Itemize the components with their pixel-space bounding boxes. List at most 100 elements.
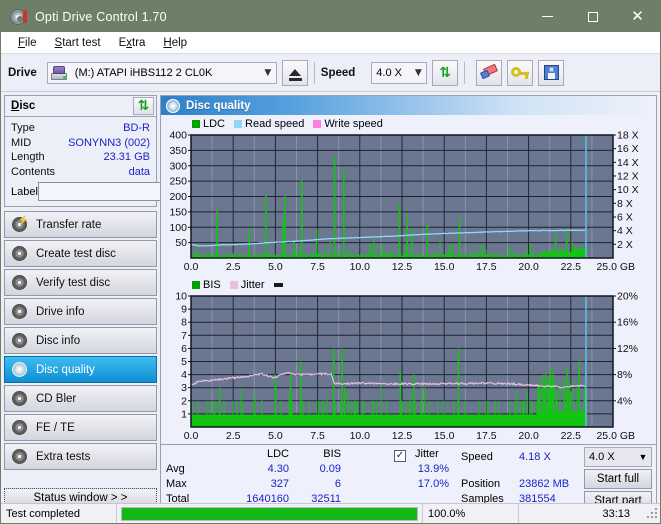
minimize-button[interactable]	[525, 1, 570, 32]
sidebar-item-disc-info[interactable]: Disc info	[4, 327, 157, 354]
disc-icon	[12, 362, 27, 377]
stats-col-ldc: LDC	[266, 448, 289, 460]
disc-row-type: Type BD-R	[11, 121, 150, 136]
svg-text:10.0: 10.0	[350, 430, 371, 442]
menu-start-test[interactable]: Start test	[46, 35, 110, 51]
disc-row-key: Type	[11, 122, 35, 134]
menu-start-test-rest: tart test	[62, 36, 101, 49]
menu-help[interactable]: Help	[154, 35, 196, 51]
stats-col-jitter: Jitter	[415, 448, 439, 460]
drive-select[interactable]: (M:) ATAPI iHBS112 2 CL0K ▼	[46, 61, 277, 84]
svg-text:2: 2	[181, 395, 187, 407]
svg-text:10: 10	[175, 291, 187, 303]
save-button[interactable]	[538, 59, 565, 86]
jitter-checkbox[interactable]	[394, 447, 406, 462]
erase-button[interactable]	[476, 59, 503, 86]
start-full-button[interactable]: Start full	[584, 469, 652, 489]
sidebar-item-fe-te[interactable]: FE / TE	[4, 414, 157, 441]
refresh-icon: ⇅	[137, 98, 150, 114]
speed-select[interactable]: 4.0 X ▼	[371, 61, 428, 84]
svg-text:1: 1	[181, 408, 187, 420]
disc-panel-header: Disc ⇅	[5, 96, 156, 117]
chart1-legend: LDC Read speed Write speed	[161, 117, 656, 130]
disc-icon	[12, 391, 27, 406]
svg-text:300: 300	[169, 160, 187, 172]
svg-text:400: 400	[169, 130, 187, 142]
svg-text:2.5: 2.5	[226, 430, 241, 442]
maximize-button[interactable]	[570, 1, 615, 32]
save-icon	[543, 65, 559, 80]
sidebar-item-label: Create test disc	[36, 247, 116, 260]
disc-row-key: MID	[11, 136, 32, 149]
toolbar-divider-2	[464, 61, 466, 84]
disc-row-key: Length	[11, 151, 45, 163]
disc-row-length: Length 23.31 GB	[11, 150, 150, 165]
svg-text:7.5: 7.5	[310, 430, 325, 442]
sidebar-item-disc-quality[interactable]: Disc quality	[4, 356, 157, 383]
svg-text:250: 250	[169, 176, 187, 188]
sidebar-item-drive-info[interactable]: Drive info	[4, 298, 157, 325]
sidebar-item-extra-tests[interactable]: Extra tests	[4, 443, 157, 470]
disc-quality-icon	[166, 98, 180, 113]
svg-text:0.0: 0.0	[184, 261, 199, 273]
menu-extra[interactable]: Extra	[110, 35, 155, 51]
position-value: 23862 MB	[519, 478, 570, 490]
drive-label: Drive	[8, 66, 37, 79]
refresh-button[interactable]: ⇅	[432, 59, 459, 86]
key-button[interactable]	[507, 59, 534, 86]
resize-grip[interactable]	[646, 507, 660, 521]
svg-text:25.0 GB: 25.0 GB	[596, 261, 635, 273]
test-speed-select[interactable]: 4.0 X ▼	[584, 447, 652, 467]
disc-refresh-button[interactable]: ⇅	[133, 97, 154, 115]
disc-panel-title: Disc	[11, 100, 36, 112]
menu-file-rest: ile	[25, 36, 37, 49]
svg-text:12.5: 12.5	[392, 430, 413, 442]
svg-text:6: 6	[181, 343, 187, 355]
legend-item-ldc: LDC	[192, 118, 225, 130]
disc-row-value: 23.31 GB	[103, 151, 150, 163]
legend-label-jitter: Jitter	[240, 278, 265, 291]
panel-title: Disc quality	[186, 99, 251, 112]
speed-select-value: 4.0 X	[376, 66, 402, 79]
close-button[interactable]: ✕	[615, 1, 660, 32]
drive-select-value: (M:) ATAPI iHBS112 2 CL0K	[74, 66, 213, 79]
chart-bis-jitter[interactable]: 1 2 3 4 5 6 7 8 9 10 4% 8% 12% 16% 20% 0.0 2.5 5.0 7.5 10.0…	[161, 291, 656, 444]
svg-text:5.0: 5.0	[268, 430, 283, 442]
svg-text:14 X: 14 X	[617, 157, 639, 169]
svg-text:3: 3	[181, 382, 187, 394]
menu-file[interactable]: File	[9, 35, 46, 51]
window-controls: ✕	[525, 1, 660, 32]
svg-text:22.5: 22.5	[561, 261, 582, 273]
stats-col-bis: BIS	[323, 448, 341, 460]
speed-result-value: 4.18 X	[519, 451, 551, 463]
svg-text:8 X: 8 X	[617, 198, 633, 210]
sidebar-item-cd-bler[interactable]: CD Bler	[4, 385, 157, 412]
svg-text:15.0: 15.0	[434, 261, 455, 273]
svg-text:15.0: 15.0	[434, 430, 455, 442]
legend-swatch-read-speed	[234, 119, 243, 128]
disc-icon	[12, 420, 27, 435]
menu-help-rest: elp	[171, 36, 188, 49]
menu-bar: File Start test Extra Help	[1, 32, 660, 54]
legend-label-ldc: LDC	[203, 117, 226, 130]
legend-item-jitter: Jitter	[229, 278, 265, 291]
svg-text:7.5: 7.5	[310, 261, 325, 273]
sidebar-item-transfer-rate[interactable]: ⚡ Transfer rate	[4, 211, 157, 238]
panel-header: Disc quality	[161, 96, 656, 115]
legend-swatch-bis	[192, 280, 200, 289]
svg-text:22.5: 22.5	[561, 430, 582, 442]
speed-label: Speed	[320, 66, 356, 79]
eject-button[interactable]	[281, 59, 308, 86]
key-icon	[511, 66, 530, 80]
disc-row-value: data	[128, 165, 150, 178]
chart-ldc-readspeed[interactable]: 50 100 150 200 250 300 350 400 2 X4 X6 X8 X 10 X1…	[161, 130, 656, 275]
svg-text:4: 4	[181, 369, 187, 381]
sidebar-item-verify-test-disc[interactable]: Verify test disc	[4, 269, 157, 296]
legend-swatch-ldc	[192, 119, 200, 128]
progress-fill	[122, 507, 417, 520]
svg-text:16%: 16%	[617, 317, 638, 329]
svg-text:5.0: 5.0	[268, 261, 283, 273]
sidebar-item-create-test-disc[interactable]: Create test disc	[4, 240, 157, 267]
svg-text:9: 9	[181, 304, 187, 316]
